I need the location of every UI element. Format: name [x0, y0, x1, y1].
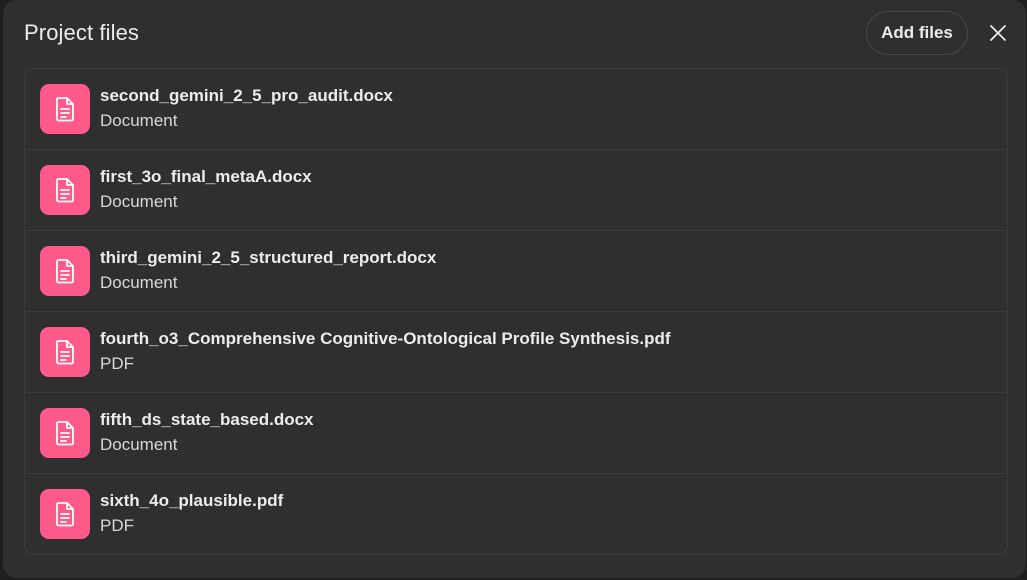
dialog-header: Project files Add files — [3, 0, 1026, 68]
file-row[interactable]: fifth_ds_state_based.docx Document — [25, 393, 1007, 474]
file-row[interactable]: first_3o_final_metaA.docx Document — [25, 150, 1007, 231]
add-files-button[interactable]: Add files — [866, 11, 968, 55]
file-type: Document — [100, 111, 178, 130]
file-type: Document — [100, 435, 178, 454]
file-row[interactable]: second_gemini_2_5_pro_audit.docx Documen… — [25, 69, 1007, 150]
file-name: third_gemini_2_5_structured_report.docx — [100, 248, 437, 267]
file-name: fifth_ds_state_based.docx — [100, 410, 314, 429]
file-name: sixth_4o_plausible.pdf — [100, 491, 284, 510]
file-name: fourth_o3_Comprehensive Cognitive-Ontolo… — [100, 329, 671, 348]
document-icon — [40, 84, 90, 134]
close-icon — [990, 25, 1006, 41]
file-row[interactable]: fourth_o3_Comprehensive Cognitive-Ontolo… — [25, 312, 1007, 393]
document-icon — [40, 246, 90, 296]
file-name: first_3o_final_metaA.docx — [100, 167, 312, 186]
file-type: PDF — [100, 516, 134, 535]
document-icon — [40, 327, 90, 377]
file-list: second_gemini_2_5_pro_audit.docx Documen… — [24, 68, 1008, 555]
close-button[interactable] — [986, 21, 1010, 45]
document-icon — [40, 165, 90, 215]
document-icon — [40, 489, 90, 539]
document-icon — [40, 408, 90, 458]
file-type: Document — [100, 273, 178, 292]
file-type: Document — [100, 192, 178, 211]
dialog-title: Project files — [24, 20, 140, 45]
file-name: second_gemini_2_5_pro_audit.docx — [100, 86, 393, 105]
file-row[interactable]: sixth_4o_plausible.pdf PDF — [25, 474, 1007, 554]
file-type: PDF — [100, 354, 134, 373]
file-row[interactable]: third_gemini_2_5_structured_report.docx … — [25, 231, 1007, 312]
project-files-dialog: Project files Add files second_gemini_2_… — [3, 0, 1026, 578]
